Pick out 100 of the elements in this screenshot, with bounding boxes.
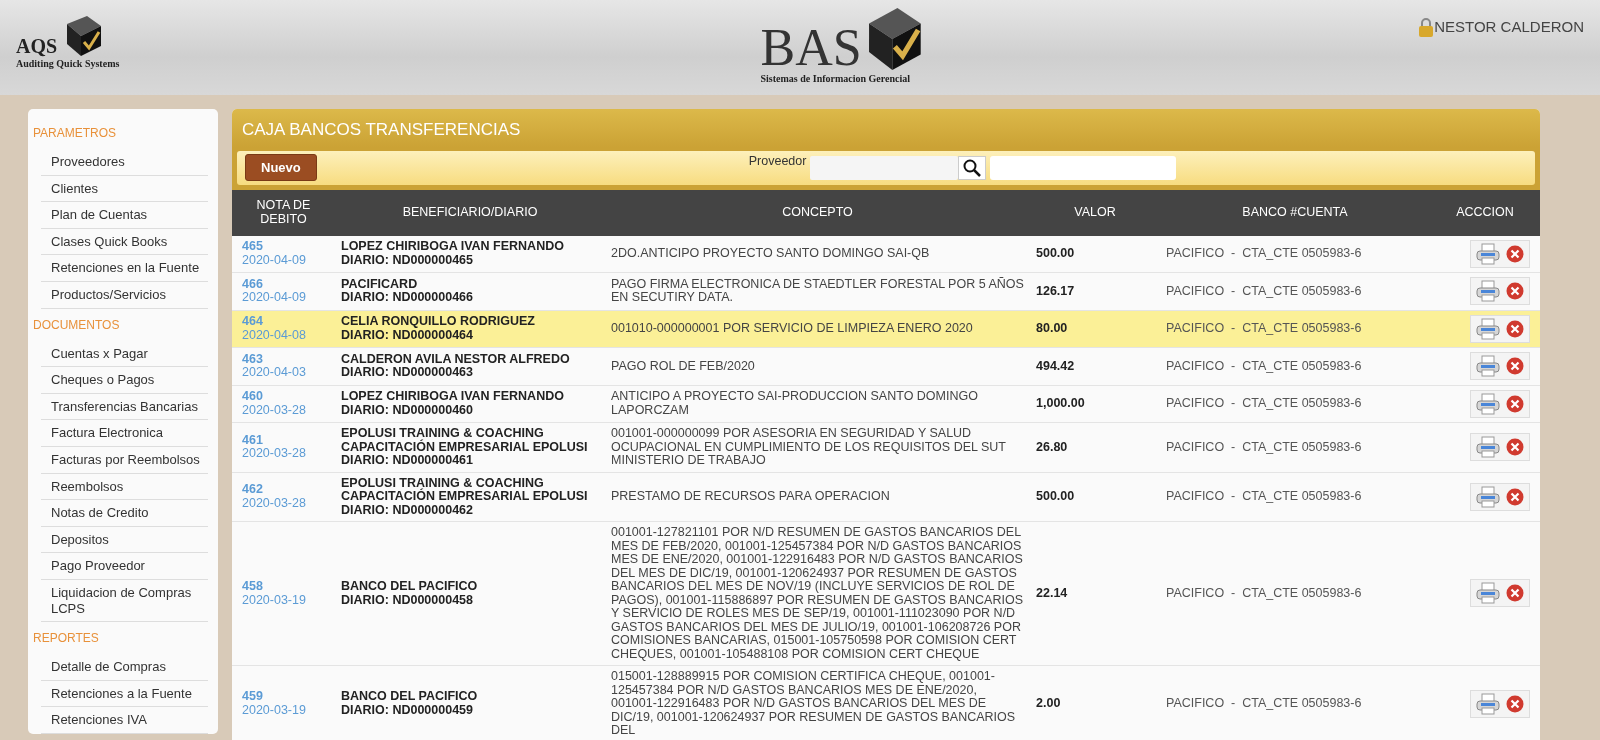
value-cell: 80.00	[1030, 310, 1160, 348]
diario-text: DIARIO: ND000000463	[341, 366, 474, 380]
table-row[interactable]: 466 2020-04-09 PACIFICARD DIARIO: ND000000466 PAGO FIRMA ELECTRONICA DE STAEDTLER FORESTAL POR 5 AÑOS EN SECUTIRY DATA. 126.17 PACIFICO - CTA_CTE 0505983-6	[232, 272, 1540, 310]
column-header: ACCCION	[1430, 189, 1540, 236]
sidebar-link[interactable]: Transferencias Bancarias	[41, 393, 208, 421]
bank-cell: PACIFICO - CTA_CTE 0505983-6	[1160, 272, 1430, 310]
delete-icon	[1506, 694, 1524, 713]
printer-icon	[1476, 692, 1500, 715]
bank-cell: PACIFICO - CTA_CTE 0505983-6	[1160, 521, 1430, 666]
printer-icon	[1476, 242, 1500, 265]
bank-cell: PACIFICO - CTA_CTE 0505983-6	[1160, 422, 1430, 472]
sidebar-link[interactable]: Retenciones a la Fuente	[41, 680, 208, 708]
bank-cell: PACIFICO - CTA_CTE 0505983-6	[1160, 385, 1430, 423]
diario-text: DIARIO: ND000000464	[341, 328, 474, 343]
value-cell: 500.00	[1030, 472, 1160, 522]
concept-cell: PAGO ROL DE FEB/2020	[605, 347, 1030, 385]
date-text: 2020-04-08	[242, 328, 307, 343]
beneficiary-text: LOPEZ CHIRIBOGA IVAN FERNANDO	[341, 240, 565, 254]
delete-icon	[1506, 584, 1524, 603]
sidebar-link[interactable]: Notas de Credito	[41, 500, 208, 527]
print-button[interactable]	[1473, 280, 1503, 302]
delete-icon	[1506, 438, 1524, 456]
logo-title: BAS	[760, 25, 862, 70]
sidebar-link[interactable]: Facturas por Reembolsos	[41, 446, 208, 474]
bank-cell: PACIFICO - CTA_CTE 0505983-6	[1160, 347, 1430, 385]
sidebar-link[interactable]: Productos/Servicios	[41, 281, 208, 309]
sidebar-link[interactable]: Liquidacion de Compras LCPS	[41, 579, 208, 623]
beneficiary-text: CALDERON AVILA NESTOR ALFREDO	[341, 352, 571, 367]
print-button[interactable]	[1473, 485, 1503, 508]
provider-field[interactable]	[810, 155, 959, 180]
print-button[interactable]	[1473, 355, 1503, 377]
delete-icon	[1506, 282, 1524, 300]
column-header: NOTA DE DEBITO	[232, 189, 335, 236]
sidebar-link[interactable]: Clientes	[41, 175, 208, 203]
provider-name-field[interactable]	[990, 155, 1177, 180]
bank-cell: PACIFICO - CTA_CTE 0505983-6	[1160, 665, 1430, 740]
date-text: 2020-03-19	[242, 593, 307, 607]
concept-cell: PRESTAMO DE RECURSOS PARA OPERACION	[605, 472, 1030, 522]
beneficiary-text: BANCO DEL PACIFICO	[341, 690, 479, 704]
sidebar-link[interactable]: Clases Quick Books	[41, 228, 208, 256]
table-row[interactable]: 463 2020-04-03 CALDERON AVILA NESTOR ALFREDO DIARIO: ND000000463 PAGO ROL DE FEB/2020 494.42 PACIFICO - CTA_CTE 0505983-6	[232, 347, 1540, 385]
delete-icon	[1506, 319, 1524, 338]
beneficiary-text: BANCO DEL PACIFICO	[341, 580, 479, 594]
printer-icon	[1476, 280, 1500, 302]
sidebar-link[interactable]: Retenciones IVA	[41, 707, 208, 734]
concept-cell: 015001-128889915 POR COMISION CERTIFICA CHEQUE, 001001-125457384 POR N/D GASTOS BANCARIOS MES DE ENE/2020, 001001-122916483 POR N/D GASTOS BANCARIOS DEL MES DE DIC/19, 001001-120624937 POR RESUMEN DE GASTOS BANCARIOS DEL	[605, 665, 1030, 740]
diario-text: DIARIO: ND000000460	[341, 403, 474, 418]
sidebar-link[interactable]: Factura Electronica	[41, 420, 208, 447]
date-text: 2020-03-28	[242, 403, 307, 418]
user-name: NESTOR CALDERON	[1434, 17, 1584, 37]
table-row[interactable]: 464 2020-04-08 CELIA RONQUILLO RODRIGUEZ DIARIO: ND000000464 001010-000000001 POR SERVICIO DE LIMPIEZA ENERO 2020 80.00 PACIFICO - CTA_CTE 0505983-6	[232, 310, 1540, 348]
bank-cell: PACIFICO - CTA_CTE 0505983-6	[1160, 310, 1430, 348]
beneficiary-text: LOPEZ CHIRIBOGA IVAN FERNANDO	[341, 390, 565, 404]
beneficiary-text: EPOLUSI TRAINING & COACHING CAPACITACIÓN EMPRESARIAL EPOLUSI	[341, 427, 589, 454]
table-row[interactable]: 462 2020-03-28 EPOLUSI TRAINING & COACHING CAPACITACIÓN EMPRESARIAL EPOLUSI DIARIO: ND000000462 PRESTAMO DE RECURSOS PARA OPERACION 500.00 PACIFICO - CTA_CTE 0505983-6	[232, 472, 1540, 522]
value-cell: 494.42	[1030, 347, 1160, 385]
print-button[interactable]	[1473, 242, 1503, 265]
section-title: PARAMETROS	[33, 125, 118, 142]
print-button[interactable]	[1473, 392, 1503, 415]
logo-subtitle: Auditing Quick Systems	[16, 57, 121, 71]
print-button[interactable]	[1473, 582, 1503, 605]
beneficiary-text: CELIA RONQUILLO RODRIGUEZ	[341, 315, 536, 329]
print-button[interactable]	[1473, 692, 1503, 715]
sidebar-link[interactable]: Detalle de Compras	[41, 654, 208, 681]
diario-text: DIARIO: ND000000465	[341, 253, 474, 268]
logo-subtitle: Sistemas de Informacion Gerencial	[760, 72, 911, 86]
delete-icon	[1506, 394, 1524, 413]
concept-cell: 001001-127821101 POR N/D RESUMEN DE GASTOS BANCARIOS DEL MES DE FEB/2020, 001001-125457384 POR N/D GASTOS BANCARIOS MES DE ENE/2020, 001001-122916483 POR N/D GASTOS BANCARIOS DEL MES DE DIC/19, 001001-120624937 POR RESUMEN DE GASTOS BANCARIOS DEL MES DE NOV/19 (INCLUYE SERVICIOS DE ROL DE PAGOS), 001001-115886897 POR RESUMEN DE GASTOS BANCARIOS Y SERVICIO DE ROLES MES DE SEP/19, 001001-111023090 POR N/D GASTOS BANCARIOS DEL MES DE JULIO/19, 001001-106208726 POR COMISIONES BANCARIAS, 015001-105750598 POR COMISION CERT CHEQUES, 001001-105488108 POR COMISION CERT CHEQUE	[605, 521, 1030, 666]
beneficiary-text: PACIFICARD	[341, 277, 419, 292]
concept-cell: 2DO.ANTICIPO PROYECTO SANTO DOMINGO SAI-QB	[605, 235, 1030, 273]
concept-cell: 001010-000000001 POR SERVICIO DE LIMPIEZA ENERO 2020	[605, 310, 1030, 348]
date-text: 2020-04-09	[242, 291, 307, 305]
new-button[interactable]: Nuevo	[245, 153, 317, 182]
print-button[interactable]	[1473, 317, 1503, 340]
sidebar-link[interactable]: Reembolsos	[41, 473, 208, 501]
diario-text: DIARIO: ND000000462	[341, 503, 474, 517]
sidebar-link[interactable]: Retenciones en la Fuente	[41, 255, 208, 282]
printer-icon	[1476, 317, 1500, 340]
sidebar-link[interactable]: Plan de Cuentas	[41, 202, 208, 229]
table-row[interactable]: 465 2020-04-09 LOPEZ CHIRIBOGA IVAN FERNANDO DIARIO: ND000000465 2DO.ANTICIPO PROYECTO SANTO DOMINGO SAI-QB 500.00 PACIFICO - CTA_CTE 0505983-6	[232, 235, 1540, 273]
table-row[interactable]: 460 2020-03-28 LOPEZ CHIRIBOGA IVAN FERNANDO DIARIO: ND000000460 ANTICIPO A PROYECTO SAI-PRODUCCION SANTO DOMINGO LAPORCZAM 1,000.00 PACIFICO - CTA_CTE 0505983-6	[232, 385, 1540, 423]
printer-icon	[1476, 582, 1500, 605]
beneficiary-text: EPOLUSI TRAINING & COACHING CAPACITACIÓN EMPRESARIAL EPOLUSI	[341, 476, 589, 504]
sidebar-link[interactable]: Cuentas x Pagar	[41, 340, 208, 368]
column-header: BANCO #CUENTA	[1160, 189, 1430, 236]
diario-text: DIARIO: ND000000461	[341, 454, 474, 468]
sidebar-link[interactable]: Proveedores	[41, 149, 208, 176]
search-button[interactable]	[958, 155, 987, 180]
bank-cell: PACIFICO - CTA_CTE 0505983-6	[1160, 472, 1430, 522]
sidebar-link[interactable]: Depositos	[41, 526, 208, 554]
column-header: CONCEPTO	[605, 189, 1030, 236]
sidebar-link[interactable]: Cheques o Pagos	[41, 367, 208, 394]
printer-icon	[1476, 436, 1500, 458]
printer-icon	[1476, 355, 1500, 377]
section-title: DOCUMENTOS	[33, 316, 121, 334]
sidebar-link[interactable]: Pago Proveedor	[41, 553, 208, 580]
print-button[interactable]	[1473, 436, 1503, 458]
value-cell: 26.80	[1030, 422, 1160, 472]
diario-text: DIARIO: ND000000459	[341, 703, 474, 718]
date-text: 2020-04-03	[242, 366, 307, 380]
